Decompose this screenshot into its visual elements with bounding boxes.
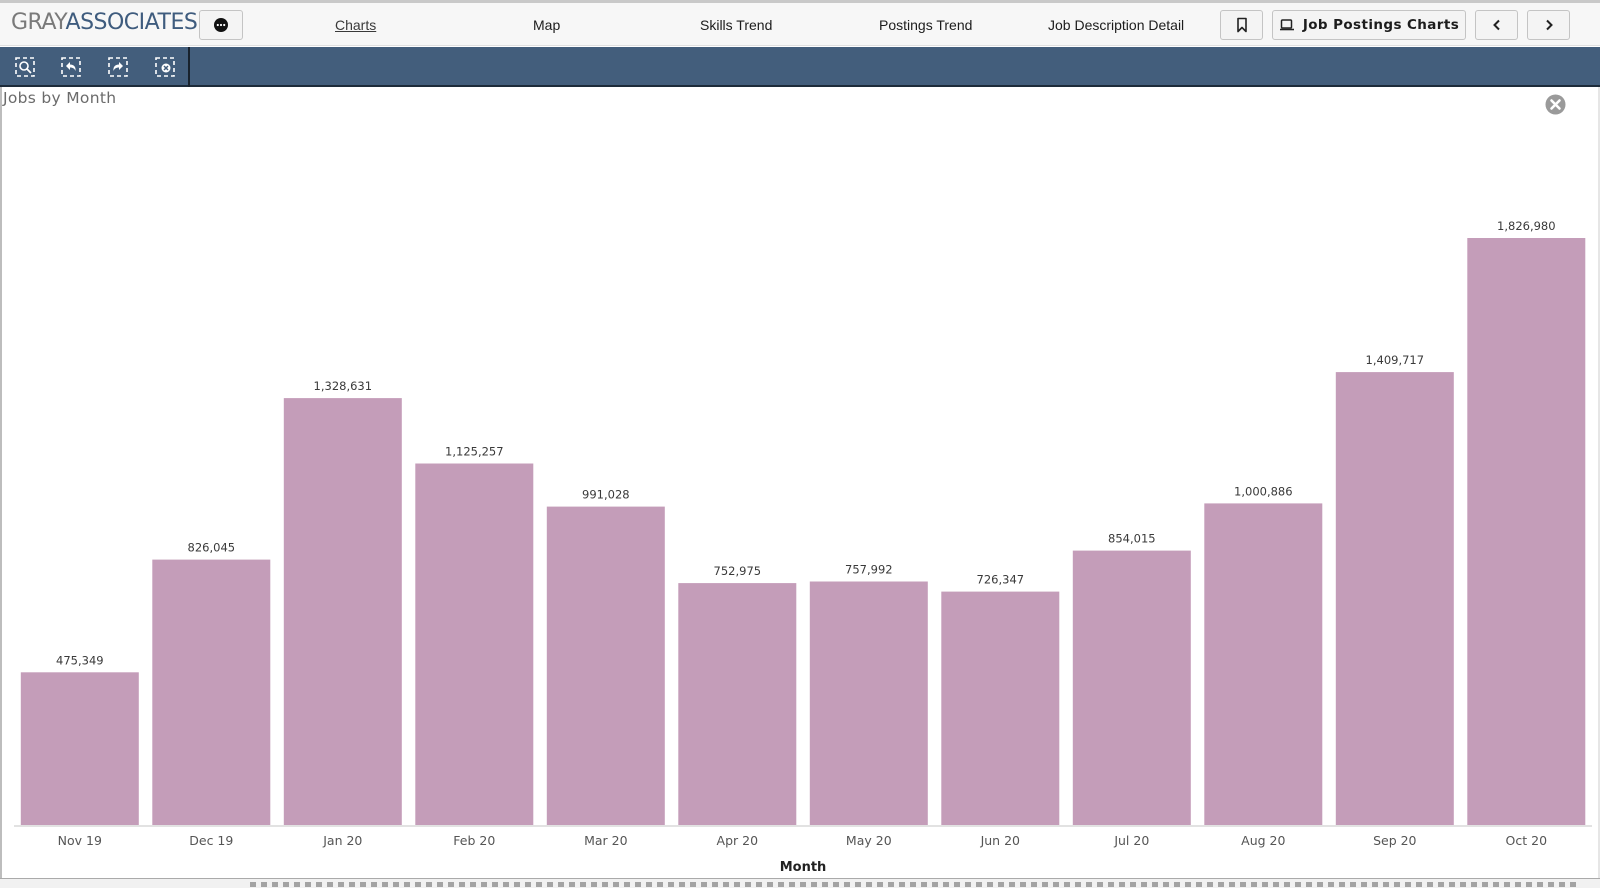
- bar-sep-20[interactable]: [1335, 372, 1454, 825]
- bar-jun-20[interactable]: [941, 591, 1060, 825]
- more-dots-icon: [214, 18, 228, 32]
- bar-apr-20[interactable]: [678, 583, 797, 825]
- zoom-selection-tool[interactable]: [14, 56, 36, 78]
- more-options-button[interactable]: [199, 10, 243, 40]
- nav-tab-skills-trend[interactable]: Skills Trend: [700, 17, 772, 33]
- redo-selection-tool[interactable]: [107, 56, 129, 78]
- x-tick-label: Dec 19: [189, 833, 233, 848]
- bar-mar-20[interactable]: [546, 506, 665, 825]
- bar-value-label: 726,347: [977, 573, 1025, 587]
- x-tick-label: Oct 20: [1506, 833, 1548, 848]
- underlying-page-strip: [0, 878, 1600, 888]
- chevron-right-icon: [1545, 19, 1553, 31]
- bar-feb-20[interactable]: [415, 463, 534, 826]
- sheet-selector-button[interactable]: Job Postings Charts: [1272, 10, 1466, 40]
- nav-tab-charts[interactable]: Charts: [335, 17, 376, 33]
- bar-value-label: 1,125,257: [445, 445, 504, 459]
- bar-value-label: 991,028: [582, 488, 630, 502]
- bar-value-label: 1,409,717: [1366, 353, 1425, 367]
- x-tick-label: Nov 19: [58, 833, 102, 848]
- toolbar-divider: [188, 47, 190, 87]
- x-tick-label: Mar 20: [584, 833, 628, 848]
- x-tick-label: Apr 20: [717, 833, 759, 848]
- bar-value-label: 854,015: [1108, 532, 1156, 546]
- undo-selection-tool[interactable]: [60, 56, 82, 78]
- bar-value-label: 475,349: [56, 653, 104, 667]
- bar-value-label: 1,000,886: [1234, 484, 1293, 498]
- x-tick-label: Sep 20: [1373, 833, 1416, 848]
- x-tick-label: Jan 20: [322, 833, 362, 848]
- bar-nov-19[interactable]: [20, 672, 139, 825]
- underlying-text-bleed: [250, 882, 1580, 887]
- bar-jul-20[interactable]: [1072, 550, 1191, 825]
- redo-select-icon: [108, 57, 128, 77]
- bar-value-label: 1,826,980: [1497, 219, 1556, 233]
- value-labels-layer: 475,349 826,045 1,328,631 1,125,257 991,028 7…: [56, 219, 1556, 667]
- x-axis-title: Month: [780, 860, 827, 875]
- logo-gray: GRAY: [11, 10, 66, 35]
- nav-tab-job-description-detail[interactable]: Job Description Detail: [1048, 17, 1184, 33]
- x-tick-label: Feb 20: [453, 833, 495, 848]
- x-tick-label: Jul 20: [1113, 833, 1149, 848]
- sheet-selector-label: Job Postings Charts: [1302, 17, 1460, 33]
- x-tick-label: May 20: [846, 833, 892, 848]
- bar-jan-20[interactable]: [283, 398, 402, 825]
- zoom-select-icon: [15, 57, 35, 77]
- bar-value-label: 757,992: [845, 563, 893, 577]
- x-tick-labels-layer: Nov 19 Dec 19 Jan 20 Feb 20 Mar 20 Apr 20 May …: [58, 833, 1547, 848]
- bar-value-label: 826,045: [188, 541, 236, 555]
- bar-aug-20[interactable]: [1204, 503, 1323, 825]
- bookmark-button[interactable]: [1220, 10, 1263, 40]
- previous-sheet-button[interactable]: [1475, 10, 1518, 40]
- clear-select-icon: [155, 57, 175, 77]
- bar-dec-19[interactable]: [152, 559, 271, 825]
- brand-logo: GRAYASSOCIATES: [11, 10, 198, 35]
- x-tick-label: Aug 20: [1241, 833, 1285, 848]
- x-tick-label: Jun 20: [980, 833, 1020, 848]
- bar-oct-20[interactable]: [1467, 238, 1586, 825]
- chevron-left-icon: [1492, 19, 1500, 31]
- nav-tab-map[interactable]: Map: [533, 17, 560, 33]
- bar-value-label: 1,328,631: [314, 379, 373, 393]
- bars-layer: [20, 238, 1586, 826]
- selection-toolbar: [0, 47, 1600, 87]
- undo-select-icon: [61, 57, 81, 77]
- clear-selection-tool[interactable]: [154, 56, 176, 78]
- bar-may-20[interactable]: [809, 581, 928, 826]
- next-sheet-button[interactable]: [1527, 10, 1570, 40]
- jobs-by-month-bar-chart: 475,349 826,045 1,328,631 1,125,257 991,028 7…: [14, 219, 1592, 875]
- bookmark-icon: [1236, 17, 1247, 33]
- laptop-icon: [1279, 19, 1294, 31]
- bar-value-label: 752,975: [714, 564, 762, 578]
- logo-associates: ASSOCIATES: [65, 10, 198, 35]
- app-header: GRAYASSOCIATES Charts Map Skills Trend P…: [0, 3, 1600, 46]
- nav-tab-postings-trend[interactable]: Postings Trend: [879, 17, 972, 33]
